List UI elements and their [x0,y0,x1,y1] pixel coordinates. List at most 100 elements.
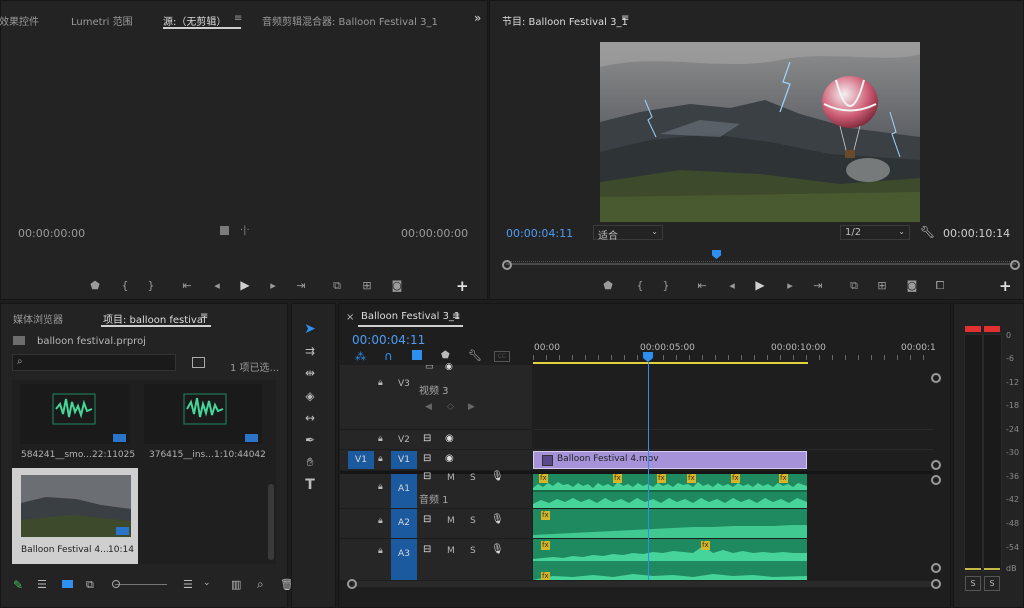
sort-icon[interactable]: ☰ [183,578,193,591]
eye-icon[interactable]: ◉ [445,362,453,372]
slip-tool-icon[interactable]: ↔ [302,411,318,425]
video-clip[interactable]: Balloon Festival 4.mov [533,451,807,469]
list-item[interactable]: 584241__smo... 22:11025 [12,380,138,468]
project-menu-icon[interactable]: ≡ [200,311,208,322]
compare-view-icon[interactable]: ⧠ [932,279,948,293]
razor-tool-icon[interactable]: ◈ [302,389,318,403]
audio-scroll-top[interactable] [931,475,941,485]
go-to-out-icon[interactable]: ⇥ [293,279,309,293]
marker-icon[interactable]: ⬟ [600,279,616,293]
video-scroll-bottom[interactable] [931,460,941,470]
timeline-menu-icon[interactable]: ≡ [452,311,460,322]
project-scrollbar[interactable] [268,484,274,560]
sync-lock-icon[interactable]: ⊟ [423,433,431,444]
playback-resolution-select[interactable]: 1/2 ⌄ [840,225,910,240]
next-keyframe-icon[interactable]: ▶ [468,402,475,412]
mute-button[interactable]: M [447,546,455,556]
eye-icon[interactable]: ◉ [445,433,454,444]
play-icon[interactable]: ▶ [237,278,253,292]
track-lane-v3[interactable] [533,365,933,430]
program-timecode-current[interactable]: 00:00:04:11 [506,227,573,240]
program-menu-icon[interactable]: ≡ [621,13,629,24]
source-menu-icon[interactable]: ≡ [234,13,242,24]
add-button-icon[interactable]: + [456,277,469,295]
track-label-a3[interactable]: A3 [391,539,417,580]
work-area-bar[interactable] [533,362,808,364]
peak-indicator-left[interactable] [965,326,981,332]
go-to-out-icon[interactable]: ⇥ [810,279,826,293]
wrench-icon[interactable]: 🔧︎ [920,225,935,239]
track-label-v3[interactable]: V3 [398,379,410,389]
new-search-bin-icon[interactable] [192,357,205,368]
sync-lock-icon[interactable]: ⊟ [423,544,431,555]
tab-source[interactable]: 源:（无剪辑） [163,13,226,28]
track-label-a1[interactable]: A1 [391,474,417,508]
timeline-timecode[interactable]: 00:00:04:11 [352,333,425,347]
zoom-slider[interactable] [115,584,167,585]
find-icon[interactable]: ⌕ [257,577,264,592]
solo-button[interactable]: S [470,546,476,556]
drop-frame-icon[interactable] [220,226,229,235]
overwrite-icon[interactable]: ⊞ [359,279,375,293]
linked-selection-icon[interactable] [412,350,422,360]
solo-button[interactable]: S [470,473,476,483]
scrubber-start-handle[interactable] [502,260,512,270]
track-label-a2[interactable]: A2 [391,509,417,538]
track-label-v1[interactable]: V1 [391,451,417,469]
go-to-in-icon[interactable]: ⇤ [694,279,710,293]
audio-clip-a2[interactable]: fx [533,509,807,538]
prev-keyframe-icon[interactable]: ◀ [425,402,432,412]
mark-out-icon[interactable]: } [143,279,159,293]
zoom-slider-handle[interactable] [112,580,120,588]
close-icon[interactable]: × [346,312,354,323]
track-label-v2[interactable]: V2 [398,435,410,445]
tab-media-browser[interactable]: 媒体浏览器 [13,311,63,326]
sync-lock-icon[interactable]: ▭ [425,362,434,372]
program-title[interactable]: 节目: Balloon Festival 3_1 [502,13,628,28]
export-frame-icon[interactable]: ◙ [389,279,405,293]
lock-icon[interactable]: 🔒︎ [378,378,383,388]
mark-out-icon[interactable]: } [658,279,674,293]
step-forward-icon[interactable]: ▸ [782,279,798,293]
step-back-icon[interactable]: ◂ [724,279,740,293]
type-tool-icon[interactable]: T [302,477,318,493]
microphone-icon[interactable]: 🎙︎ [491,471,504,482]
export-frame-icon[interactable]: ◙ [904,279,920,293]
tab-effect-controls[interactable]: 效果控件 [0,13,39,28]
tab-project[interactable]: 项目: balloon festival [103,311,206,326]
icon-view-icon[interactable] [62,580,73,588]
list-view-icon[interactable]: ☰ [37,578,47,591]
mute-button[interactable]: M [447,516,455,526]
sync-lock-icon[interactable]: ⊟ [423,514,431,525]
sync-lock-icon[interactable]: ⊟ [423,471,431,482]
solo-left-button[interactable]: S [965,576,981,591]
ripple-edit-tool-icon[interactable]: ⇹ [302,366,318,380]
mute-button[interactable]: M [447,473,455,483]
add-button-icon[interactable]: + [999,277,1012,295]
step-back-icon[interactable]: ◂ [209,279,225,293]
snap-icon[interactable]: ∩ [384,349,393,363]
zoom-level-select[interactable]: 适合 ⌄ [593,225,663,242]
extract-icon[interactable]: ⊞ [874,279,890,293]
playhead-scrubber[interactable] [506,263,1016,265]
settings-wrench-icon[interactable]: 🔧︎ [468,349,482,362]
timeline-playhead-line[interactable] [648,362,649,580]
video-scroll-top[interactable] [931,373,941,383]
audio-scroll-bottom[interactable] [931,563,941,573]
time-ruler[interactable]: 00:00 00:00:05:00 00:00:10:00 00:00:1 [533,340,936,364]
list-item[interactable]: 376415__ins... 1:10:44042 [140,380,276,468]
pencil-icon[interactable]: ✎ [13,578,23,592]
horizontal-scroll-end[interactable] [931,579,941,589]
program-video-frame[interactable] [600,42,920,222]
horizontal-scroll-start[interactable] [347,579,357,589]
list-item[interactable]: Balloon Festival 4... 10:14 [12,468,138,564]
captions-icon[interactable]: CC [494,351,510,362]
eye-icon[interactable]: ◉ [445,453,454,464]
peak-indicator-right[interactable] [984,326,1000,332]
marker-icon[interactable]: ⬟ [87,279,103,293]
lift-icon[interactable]: ⧉ [846,279,862,293]
search-input[interactable]: ⌕ [12,354,176,371]
lock-icon[interactable]: 🔒︎ [378,434,383,444]
nest-icon[interactable]: ⁂ [355,350,366,363]
add-marker-icon[interactable]: ⬟ [441,350,450,361]
